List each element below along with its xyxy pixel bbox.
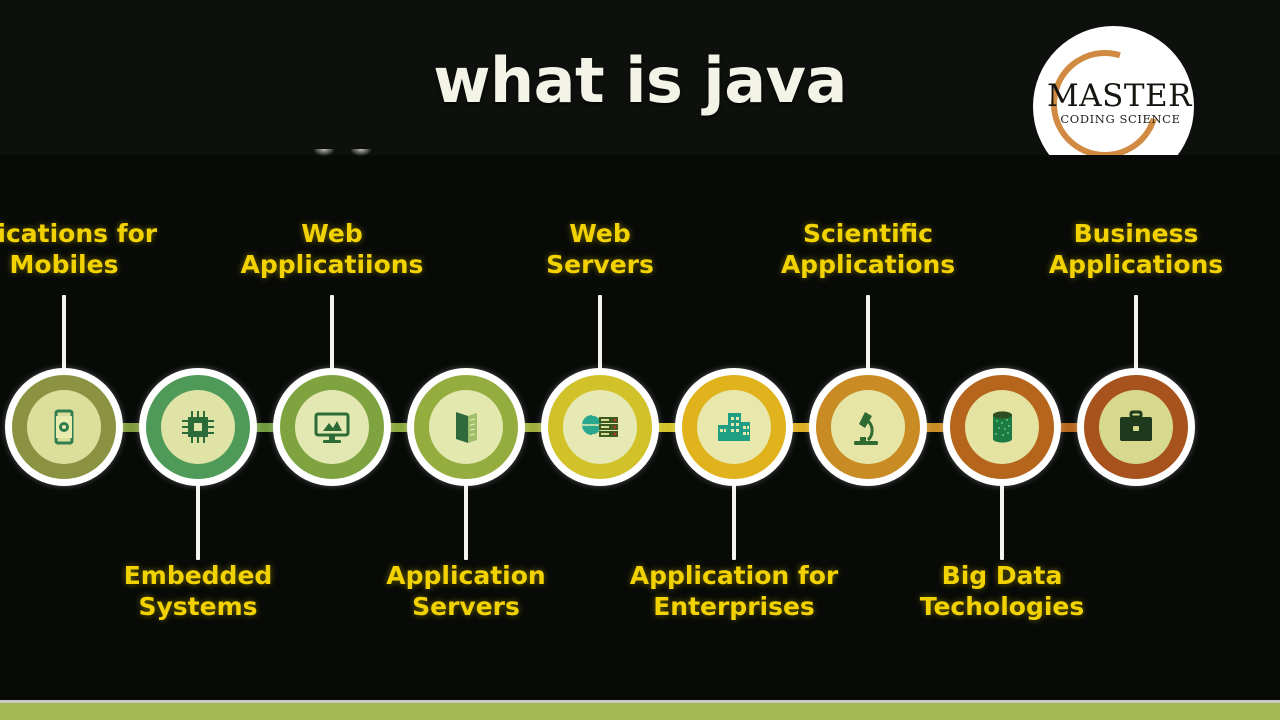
node-icon-disc (965, 390, 1039, 464)
node-icon-disc (831, 390, 905, 464)
node-label-embedded-systems: Embedded Systems (123, 561, 273, 621)
node-label-applications-for-mobiles: plications for Mobiles (0, 219, 158, 279)
logo-tagline: CODING SCIENCE (1060, 112, 1181, 126)
label-connector-line (62, 295, 66, 370)
label-connector-line (330, 295, 334, 370)
label-connector-line (1134, 295, 1138, 370)
label-connector-line (732, 485, 736, 560)
node-label-application-for-enterprises: Application for Enterprises (629, 561, 839, 621)
node-big-data-technologies[interactable] (943, 368, 1061, 486)
slide-canvas: what is java MASTER CODING SCIENCE plica… (0, 0, 1280, 720)
footer-band (0, 703, 1280, 720)
node-label-business-applications: Business Applications (1048, 219, 1224, 279)
globe-server-icon (580, 407, 620, 447)
microscope-icon (848, 407, 888, 447)
node-label-web-servers: Web Servers (546, 219, 654, 279)
node-business-applications[interactable] (1077, 368, 1195, 486)
node-applications-for-mobiles[interactable] (5, 368, 123, 486)
label-connector-line (866, 295, 870, 370)
node-application-for-enterprises[interactable] (675, 368, 793, 486)
server-rack-icon (446, 407, 486, 447)
label-connector-line (598, 295, 602, 370)
node-icon-disc (27, 390, 101, 464)
briefcase-icon (1116, 407, 1156, 447)
node-web-servers[interactable] (541, 368, 659, 486)
node-label-application-servers: Application Servers (386, 561, 546, 621)
desktop-monitor-icon (312, 407, 352, 447)
node-icon-disc (429, 390, 503, 464)
microchip-icon (178, 407, 218, 447)
office-buildings-icon (714, 407, 754, 447)
mobile-phone-icon (44, 407, 84, 447)
logo-brand-name: MASTER (1046, 78, 1192, 114)
database-cylinder-icon (982, 407, 1022, 447)
slide-header: what is java MASTER CODING SCIENCE (0, 0, 1280, 187)
label-connector-line (1000, 485, 1004, 560)
node-application-servers[interactable] (407, 368, 525, 486)
node-icon-disc (697, 390, 771, 464)
node-embedded-systems[interactable] (139, 368, 257, 486)
node-label-web-applications: Web Applicatiions (240, 219, 424, 279)
label-connector-line (464, 485, 468, 560)
node-icon-disc (161, 390, 235, 464)
node-label-scientific-applications: Scientific Applications (780, 219, 956, 279)
node-icon-disc (563, 390, 637, 464)
node-icon-disc (1099, 390, 1173, 464)
label-connector-line (196, 485, 200, 560)
node-scientific-applications[interactable] (809, 368, 927, 486)
node-label-big-data-technologies: Big Data Techologies (919, 561, 1085, 621)
node-icon-disc (295, 390, 369, 464)
java-usage-diagram: plications for Mobiles Embedded Systems We… (0, 149, 1280, 701)
node-web-applications[interactable] (273, 368, 391, 486)
